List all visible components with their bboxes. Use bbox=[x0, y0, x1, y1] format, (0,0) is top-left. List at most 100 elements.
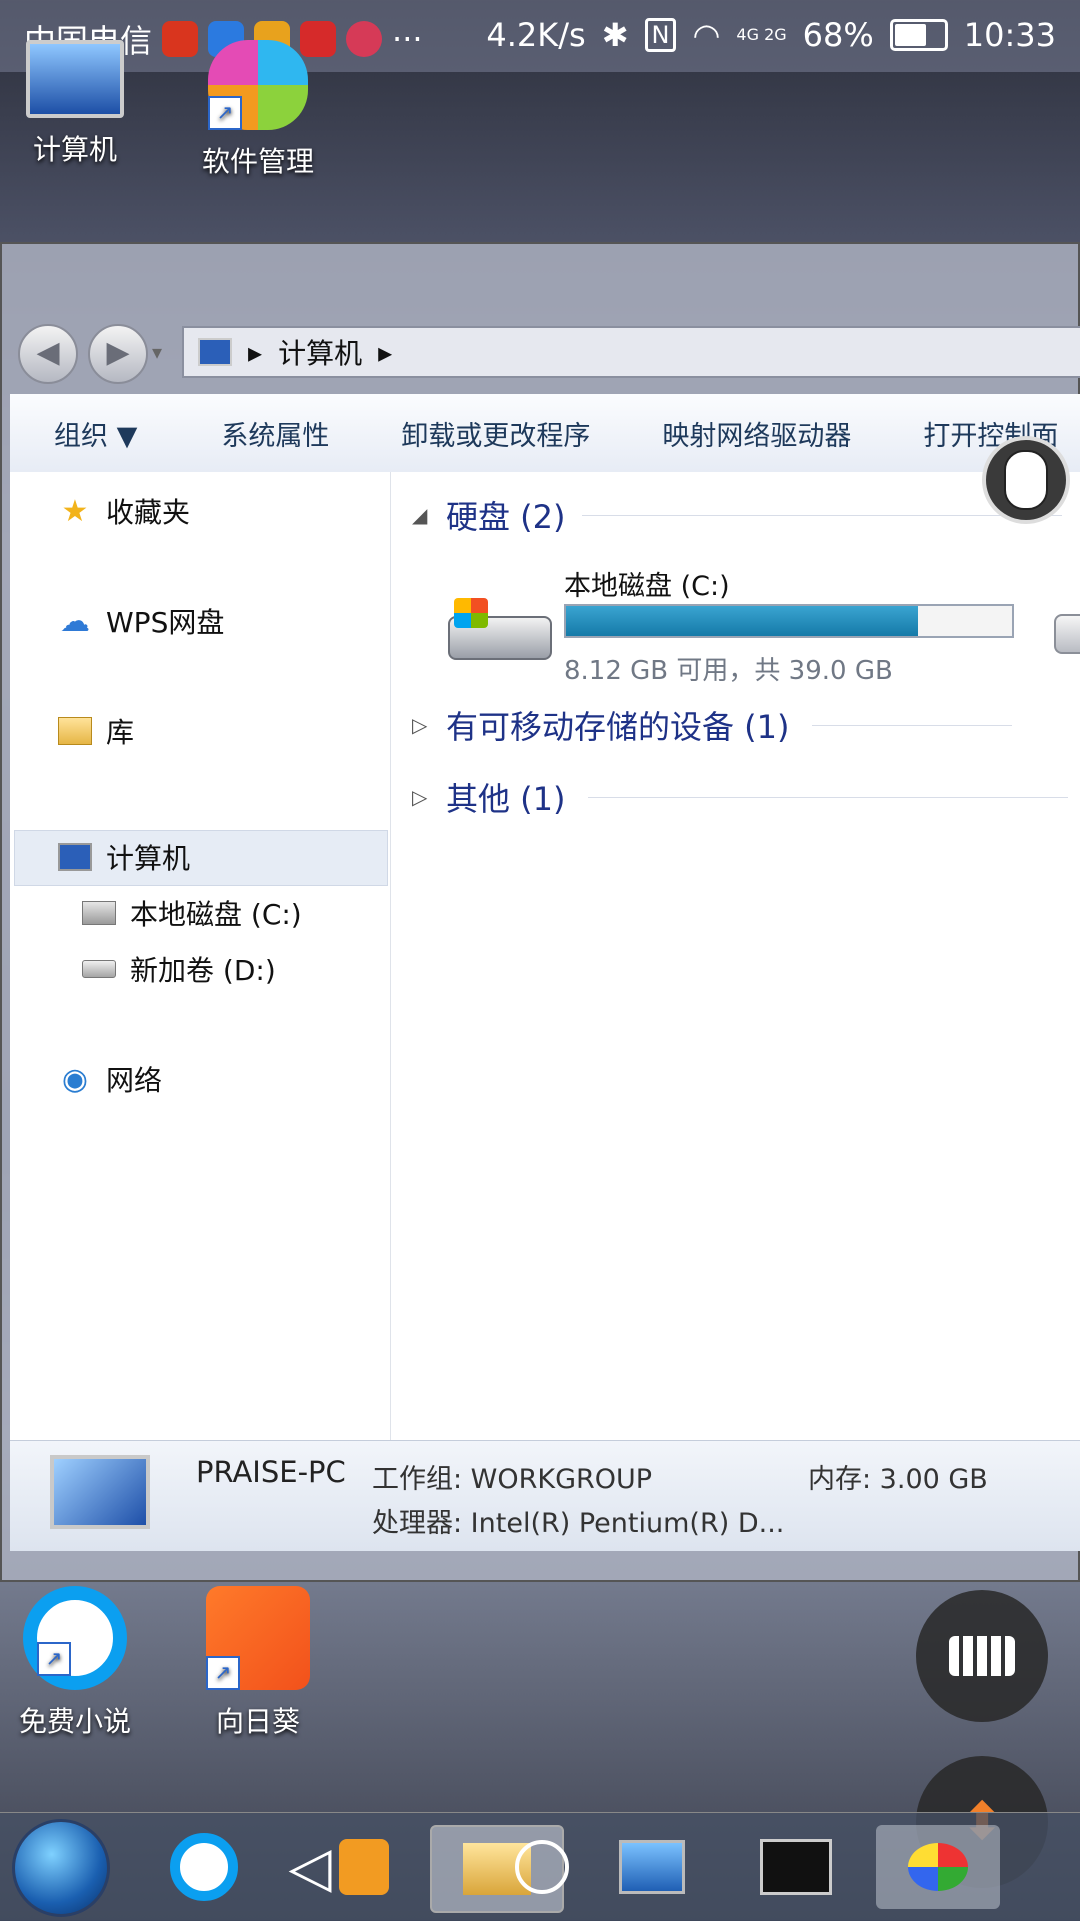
group-label: 其他 (1) bbox=[446, 780, 566, 818]
breadcrumb-computer[interactable]: 计算机 bbox=[278, 332, 362, 372]
computer-icon bbox=[58, 840, 92, 874]
more-notifications: ··· bbox=[392, 20, 423, 58]
paint-palette-icon bbox=[908, 1843, 968, 1891]
forward-button[interactable]: ▶ bbox=[88, 324, 148, 384]
mouse-icon bbox=[1004, 450, 1048, 510]
nav-item-label: 计算机 bbox=[106, 842, 191, 875]
taskbar-sublime[interactable] bbox=[316, 1825, 412, 1909]
nav-item-computer[interactable]: 计算机 bbox=[58, 832, 190, 882]
taskbar-paint[interactable] bbox=[876, 1825, 1000, 1909]
network-icon: ◉ bbox=[61, 1061, 89, 1097]
computer-large-icon bbox=[50, 1455, 150, 1529]
battery-percent: 68% bbox=[802, 16, 874, 54]
address-bar[interactable]: ▸ 计算机 ▸ bbox=[182, 326, 1080, 378]
drive-d-icon[interactable] bbox=[1054, 614, 1080, 654]
taskbar: ◁ bbox=[0, 1812, 1080, 1921]
nav-item-libraries[interactable]: 库 bbox=[58, 706, 134, 756]
computer-small-icon bbox=[198, 338, 232, 366]
uninstall-program-button[interactable]: 卸载或更改程序 bbox=[401, 414, 590, 453]
drive-icon bbox=[82, 952, 116, 986]
workgroup-text: 工作组: WORKGROUP bbox=[372, 1464, 653, 1495]
expand-triangle-icon: ▷ bbox=[412, 713, 428, 737]
nav-item-drive-c[interactable]: 本地磁盘 (C:) bbox=[82, 888, 302, 938]
free-novel-icon bbox=[170, 1833, 238, 1901]
keyboard-button[interactable] bbox=[916, 1590, 1048, 1722]
remote-desktop-icon bbox=[619, 1840, 685, 1894]
nav-item-network[interactable]: ◉ 网络 bbox=[58, 1054, 162, 1104]
nav-item-label: 库 bbox=[106, 716, 135, 749]
drive-c-name[interactable]: 本地磁盘 (C:) bbox=[564, 564, 730, 603]
collapse-triangle-icon: ◢ bbox=[412, 503, 428, 527]
desktop-icon-label: 免费小说 bbox=[18, 1705, 131, 1738]
nav-item-wps-drive[interactable]: ☁ WPS网盘 bbox=[58, 596, 224, 646]
nav-item-label: WPS网盘 bbox=[106, 606, 225, 639]
desktop-icon-label: 计算机 bbox=[32, 133, 117, 166]
taskbar-command-prompt[interactable] bbox=[748, 1825, 844, 1909]
details-pane: PRAISE-PC 工作组: WORKGROUP 内存: 3.00 GB 处理器… bbox=[10, 1440, 1080, 1551]
signal-icon: 4G 2G bbox=[736, 25, 787, 44]
computer-icon bbox=[26, 40, 124, 118]
content-area: ★ 收藏夹 ☁ WPS网盘 库 计算机 本地磁盘 (C:) 新加卷 (D:) ◉… bbox=[10, 472, 1080, 1440]
nav-item-label: 收藏夹 bbox=[106, 496, 191, 529]
nav-item-drive-d[interactable]: 新加卷 (D:) bbox=[82, 944, 276, 994]
android-home-button[interactable] bbox=[494, 1825, 590, 1909]
group-divider bbox=[581, 514, 1062, 516]
notification-app-icon bbox=[346, 21, 383, 57]
system-properties-button[interactable]: 系统属性 bbox=[221, 414, 329, 453]
desktop-icon-computer[interactable]: 计算机 bbox=[0, 40, 165, 168]
explorer-window: ◀ ▶ ▾ ▸ 计算机 ▸ 组织 ▼ 系统属性 卸载或更改程序 映射网络驱动器 … bbox=[0, 242, 1080, 1582]
taskbar-free-novel[interactable] bbox=[156, 1825, 252, 1909]
desktop-icon-free-novel[interactable]: ↗ 免费小说 bbox=[0, 1586, 165, 1740]
processor-text: 处理器: Intel(R) Pentium(R) D... bbox=[372, 1508, 785, 1539]
terminal-icon bbox=[760, 1839, 832, 1895]
bluetooth-icon: ✱ bbox=[601, 16, 629, 54]
system-drive-icon[interactable] bbox=[448, 598, 552, 660]
group-label: 硬盘 (2) bbox=[446, 498, 566, 536]
group-divider bbox=[587, 796, 1068, 798]
mouse-mode-button[interactable] bbox=[982, 436, 1070, 524]
sublime-icon bbox=[339, 1839, 389, 1895]
computer-name: PRAISE-PC bbox=[196, 1455, 346, 1489]
nav-item-favorites[interactable]: ★ 收藏夹 bbox=[58, 486, 190, 536]
nfc-icon: N bbox=[644, 18, 677, 52]
breadcrumb-separator: ▸ bbox=[248, 335, 263, 369]
group-header-other[interactable]: ▷ 其他 (1) bbox=[412, 774, 1068, 820]
recent-pages-chevron-icon[interactable]: ▾ bbox=[152, 340, 162, 364]
network-speed: 4.2K/s bbox=[486, 16, 586, 54]
desktop-icon-label: 软件管理 bbox=[201, 145, 314, 178]
organize-button[interactable]: 组织 ▼ bbox=[54, 414, 137, 453]
clock: 10:33 bbox=[963, 16, 1056, 54]
memory-text: 内存: 3.00 GB bbox=[808, 1464, 988, 1495]
expand-triangle-icon: ▷ bbox=[412, 785, 428, 809]
navigation-pane: ★ 收藏夹 ☁ WPS网盘 库 计算机 本地磁盘 (C:) 新加卷 (D:) ◉… bbox=[10, 472, 391, 1440]
nav-item-label: 网络 bbox=[106, 1064, 163, 1097]
cloud-icon: ☁ bbox=[60, 603, 90, 639]
group-header-hard-disks[interactable]: ◢ 硬盘 (2) bbox=[412, 492, 1062, 538]
shortcut-arrow-icon: ↗ bbox=[37, 1642, 71, 1676]
free-novel-icon: ↗ bbox=[23, 1586, 127, 1690]
command-bar: 组织 ▼ 系统属性 卸载或更改程序 映射网络驱动器 打开控制面 bbox=[10, 394, 1080, 473]
drive-usage-bar bbox=[564, 604, 1014, 638]
sunlogin-icon: ↗ bbox=[206, 1586, 310, 1690]
desktop-icon-sunlogin[interactable]: ↗ 向日葵 bbox=[168, 1586, 348, 1740]
nav-item-label: 本地磁盘 (C:) bbox=[130, 898, 302, 931]
taskbar-remote-desktop[interactable] bbox=[604, 1825, 700, 1909]
desktop-icon-software-manager[interactable]: ↗ 软件管理 bbox=[168, 40, 348, 180]
start-button[interactable] bbox=[12, 1819, 110, 1917]
battery-icon bbox=[889, 19, 948, 51]
drive-free-space: 8.12 GB 可用，共 39.0 GB bbox=[564, 656, 893, 686]
group-divider bbox=[811, 724, 1012, 726]
file-list: ◢ 硬盘 (2) 本地磁盘 (C:) 8.12 GB 可用，共 39.0 GB … bbox=[392, 472, 1080, 1440]
group-label: 有可移动存储的设备 (1) bbox=[446, 708, 790, 746]
map-network-drive-button[interactable]: 映射网络驱动器 bbox=[662, 414, 851, 453]
library-folder-icon bbox=[58, 714, 92, 748]
keyboard-icon bbox=[949, 1636, 1015, 1676]
system-drive-icon bbox=[82, 896, 116, 930]
group-header-removable[interactable]: ▷ 有可移动存储的设备 (1) bbox=[412, 702, 1012, 748]
desktop-icon-label: 向日葵 bbox=[215, 1705, 300, 1738]
wifi-icon: ◠ bbox=[692, 16, 721, 54]
nav-item-label: 新加卷 (D:) bbox=[130, 954, 276, 987]
back-button[interactable]: ◀ bbox=[18, 324, 78, 384]
shortcut-arrow-icon: ↗ bbox=[208, 96, 242, 130]
breadcrumb-separator: ▸ bbox=[378, 335, 393, 369]
